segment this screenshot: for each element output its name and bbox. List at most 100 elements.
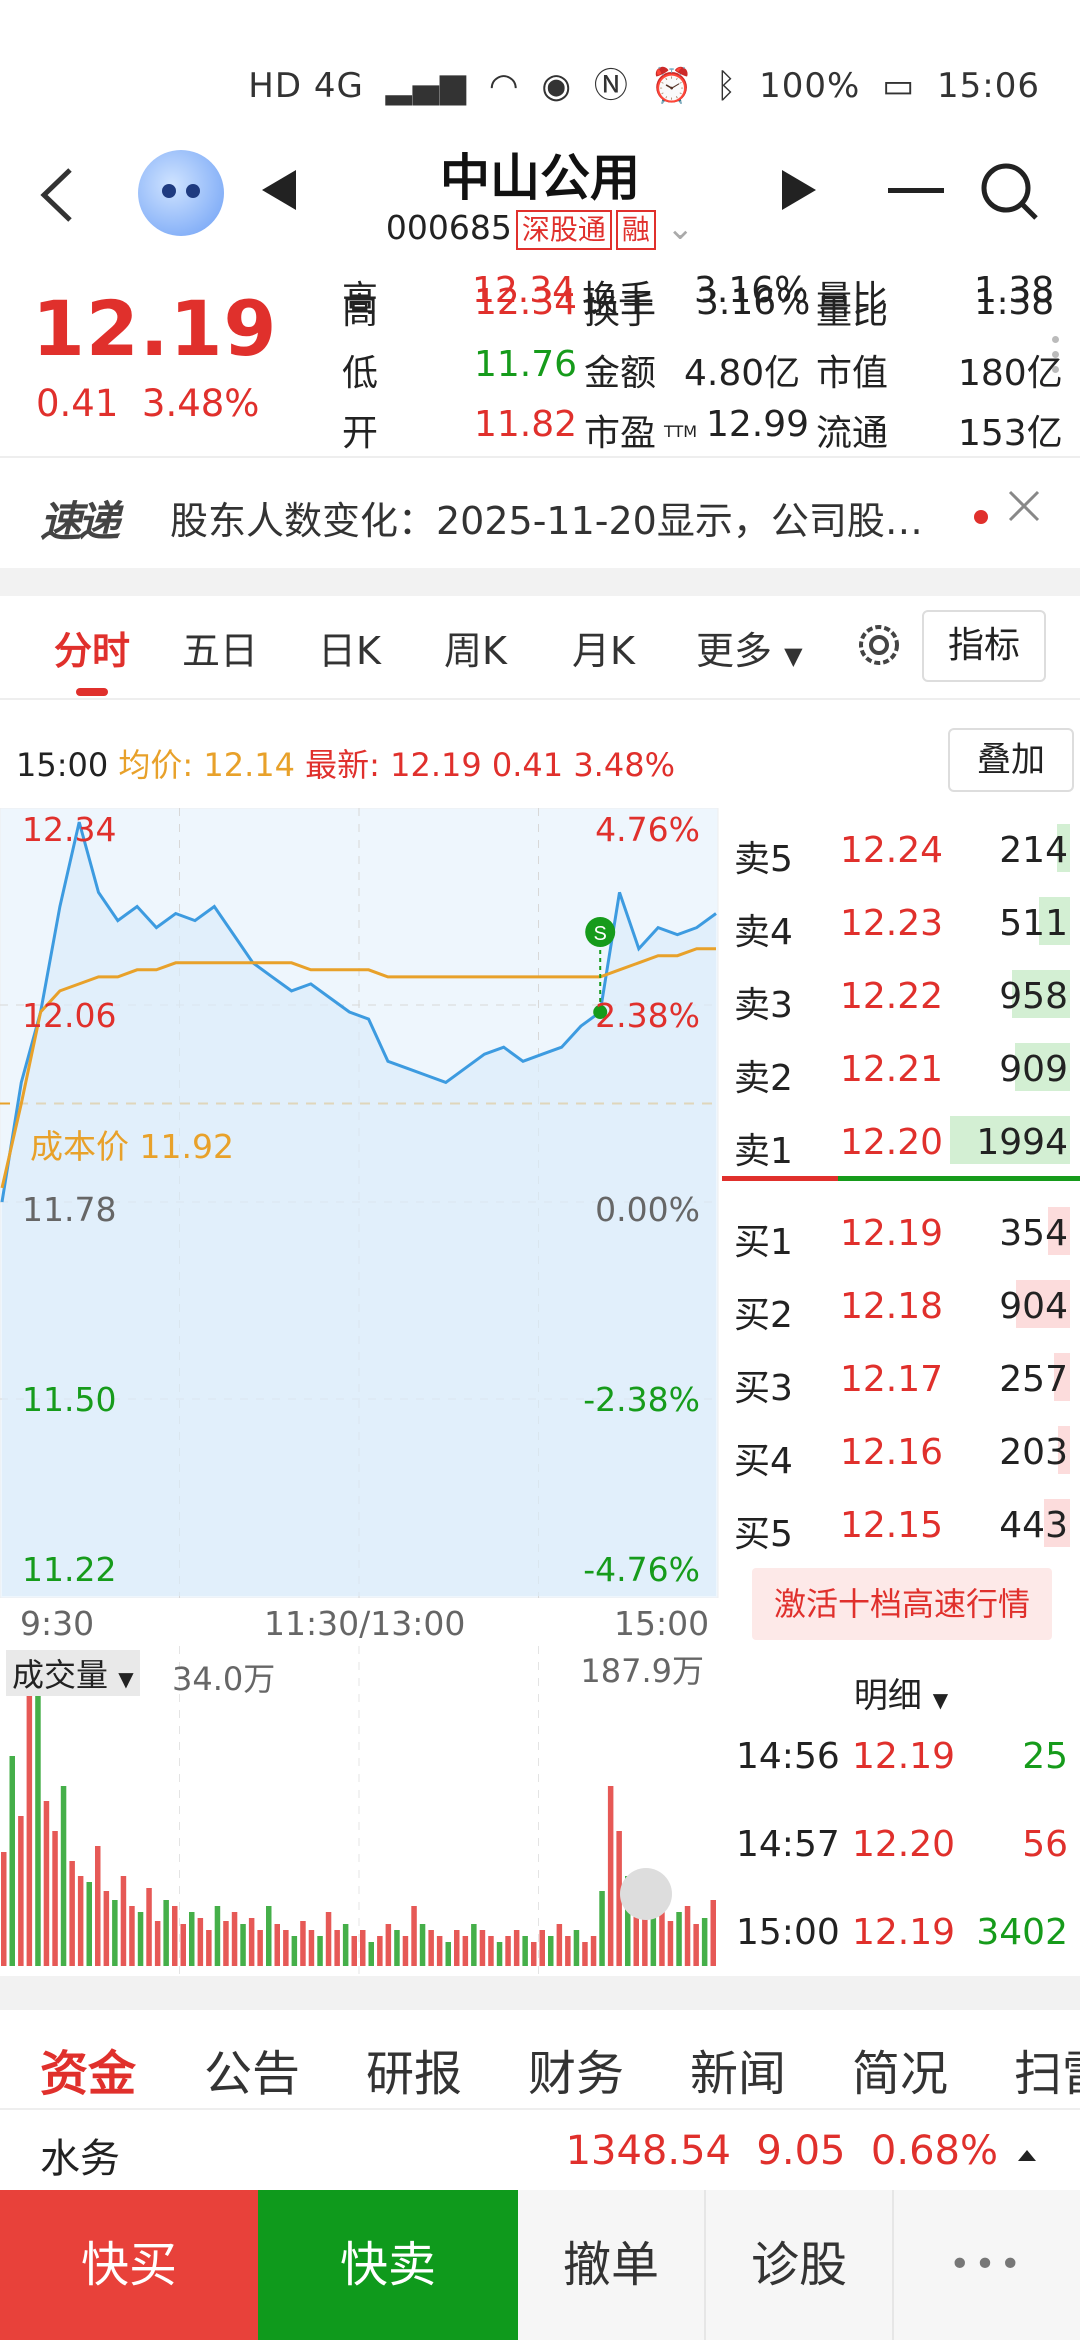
level-label: 卖4 xyxy=(734,912,793,953)
ask-row[interactable]: 卖4 12.23 511 xyxy=(722,885,1080,957)
avatar[interactable] xyxy=(138,150,224,236)
volume-bar xyxy=(325,1912,332,1966)
avg-value: 12.14 xyxy=(203,746,295,784)
volume-bar xyxy=(308,1930,315,1966)
tab-news[interactable]: 新闻 xyxy=(690,2034,786,2104)
remove-watchlist-button[interactable] xyxy=(888,188,944,193)
trade-detail[interactable]: 明细 ▼ 14:56 12.19 25 14:57 12.20 56 15:00 12.19 3… xyxy=(722,1654,1080,1976)
tab-intraday[interactable]: 分时 xyxy=(54,620,130,675)
level-price: 12.21 xyxy=(840,1049,944,1090)
expand-icon[interactable] xyxy=(620,1868,672,1920)
status-bar: HD 4G ▂▄▆ ◠ ◉ Ⓝ ⏰ ᛒ 100% ▭ 15:06 xyxy=(0,0,1080,130)
chart-info-row: 15:00 均价: 12.14 最新: 12.19 0.41 3.48% 叠加 xyxy=(0,718,1080,798)
volume-bar xyxy=(522,1936,528,1966)
volume-max: 187.9万 xyxy=(580,1652,704,1690)
trade-price: 12.20 xyxy=(852,1824,956,1865)
bid-row[interactable]: 买4 12.16 203 xyxy=(722,1414,1080,1486)
level-label: 卖2 xyxy=(734,1058,793,1099)
sector-row[interactable]: 水务 1348.54 9.05 0.68% xyxy=(0,2112,1080,2192)
level-volume: 909 xyxy=(999,1049,1068,1090)
ask-row[interactable]: 卖5 12.24 214 xyxy=(722,812,1080,884)
activate-l2-button[interactable]: 激活十档高速行情 xyxy=(752,1568,1052,1640)
volume-bar xyxy=(60,1786,67,1966)
more-dots-icon[interactable] xyxy=(1052,336,1060,381)
ask-row[interactable]: 卖2 12.21 909 xyxy=(722,1031,1080,1103)
volume-chart[interactable]: 成交量 ▼ 34.0万 187.9万 xyxy=(0,1646,720,1976)
y-right-tick: 4.76% xyxy=(595,810,700,849)
next-stock-button[interactable] xyxy=(782,170,816,210)
close-icon[interactable] xyxy=(1004,486,1044,526)
ask-row[interactable]: 卖3 12.22 958 xyxy=(722,958,1080,1030)
bid-row[interactable]: 买1 12.19 354 xyxy=(722,1195,1080,1267)
tab-financials[interactable]: 财务 xyxy=(528,2034,624,2104)
diagnose-button[interactable]: 诊股 xyxy=(706,2190,894,2340)
overlay-button[interactable]: 叠加 xyxy=(948,728,1074,792)
volume-bar xyxy=(471,1924,477,1966)
quick-sell-button[interactable]: 快卖 xyxy=(258,2190,518,2340)
search-icon[interactable] xyxy=(976,158,1042,224)
tab-weekly-k[interactable]: 周K xyxy=(444,620,507,675)
level-volume: 214 xyxy=(999,830,1068,871)
tab-more-label: 更多 xyxy=(696,629,773,673)
y-left-tick: 12.34 xyxy=(22,810,117,849)
bid-row[interactable]: 买3 12.17 257 xyxy=(722,1341,1080,1413)
quote-row: 开 11.82 市盈 TTM 12.99 流通 153亿 xyxy=(342,404,1072,464)
level-volume: 1994 xyxy=(976,1122,1068,1163)
level-price: 12.18 xyxy=(840,1286,944,1327)
detail-header[interactable]: 明细 ▼ xyxy=(722,1668,1080,1717)
order-book-divider xyxy=(838,1176,1080,1181)
volume-bar xyxy=(300,1921,306,1966)
tab-funds[interactable]: 资金 xyxy=(40,2034,136,2104)
tab-profile[interactable]: 简况 xyxy=(852,2034,948,2104)
tab-research[interactable]: 研报 xyxy=(366,2034,462,2104)
chevron-down-icon[interactable]: ⌄ xyxy=(666,208,694,247)
volume-bar xyxy=(573,1930,580,1966)
volume-bar xyxy=(69,1861,75,1966)
quote-value-open: 11.82 xyxy=(474,404,578,445)
stock-header: 中山公用 000685 深股通融 ⌄ xyxy=(0,130,1080,270)
bid-row[interactable]: 买2 12.18 904 xyxy=(722,1268,1080,1340)
nfc-icon: Ⓝ xyxy=(593,66,629,106)
order-book: 卖5 12.24 214 卖4 12.23 511 卖3 12.22 958 卖2 12.21 909… xyxy=(722,808,1080,1640)
volume-bar xyxy=(513,1930,520,1966)
volume-bar xyxy=(231,1912,238,1966)
tab-more[interactable]: 更多 ▼ xyxy=(696,620,803,675)
quote-value-high: 12.34 xyxy=(474,282,578,323)
tab-monthly-k[interactable]: 月K xyxy=(572,620,635,675)
indicator-button[interactable]: 指标 xyxy=(922,610,1046,682)
volume-selector[interactable]: 成交量 ▼ xyxy=(6,1650,140,1696)
status-icons: HD 4G ▂▄▆ ◠ ◉ Ⓝ ⏰ ᛒ 100% ▭ 15:06 xyxy=(238,58,1040,107)
tab-five-day[interactable]: 五日 xyxy=(182,620,258,675)
quick-buy-button[interactable]: 快买 xyxy=(0,2190,258,2340)
tab-announcements[interactable]: 公告 xyxy=(204,2034,300,2104)
volume-value: 34.0万 xyxy=(172,1660,276,1698)
intraday-chart[interactable]: S 12.34 12.06 11.78 11.50 11.22 4.76% 2.… xyxy=(0,807,720,1643)
volume-bar xyxy=(240,1924,246,1966)
tag-margin: 融 xyxy=(615,209,656,250)
quote-row: 高 12.34 换手 3.16% 量比 1.38 xyxy=(342,282,1072,342)
news-ticker[interactable]: 速递 股东人数变化：2025-11-20显示，公司股… xyxy=(0,456,1080,568)
level-label: 卖5 xyxy=(734,839,793,880)
volume-bar xyxy=(77,1876,84,1966)
tab-daily-k[interactable]: 日K xyxy=(318,620,381,675)
more-button[interactable]: ••• xyxy=(894,2190,1080,2340)
volume-bar xyxy=(35,1666,41,1966)
bid-row[interactable]: 买5 12.15 443 xyxy=(722,1487,1080,1559)
volume-bar xyxy=(496,1942,503,1966)
volume-bar xyxy=(274,1924,280,1966)
news-text[interactable]: 股东人数变化：2025-11-20显示，公司股… xyxy=(170,490,960,545)
caret-down-icon: ▼ xyxy=(118,1667,134,1691)
tab-risk-scan[interactable]: 扫雷 xyxy=(1014,2034,1080,2104)
level-label: 卖3 xyxy=(734,985,793,1026)
cancel-order-button[interactable]: 撤单 xyxy=(518,2190,706,2340)
back-button[interactable] xyxy=(30,160,90,230)
gear-icon[interactable] xyxy=(852,618,906,672)
ask-row[interactable]: 卖1 12.20 1994 xyxy=(722,1104,1080,1176)
prev-stock-button[interactable] xyxy=(262,170,296,210)
trade-time: 14:56 xyxy=(736,1736,840,1777)
volume-bar xyxy=(539,1930,545,1966)
info-time: 15:00 xyxy=(16,746,109,784)
info-tabs: 资金 公告 研报 财务 新闻 简况 扫雷 xyxy=(0,2010,1080,2110)
active-tab-indicator xyxy=(76,688,108,696)
signal-icon: ▂▄▆ xyxy=(385,66,468,106)
